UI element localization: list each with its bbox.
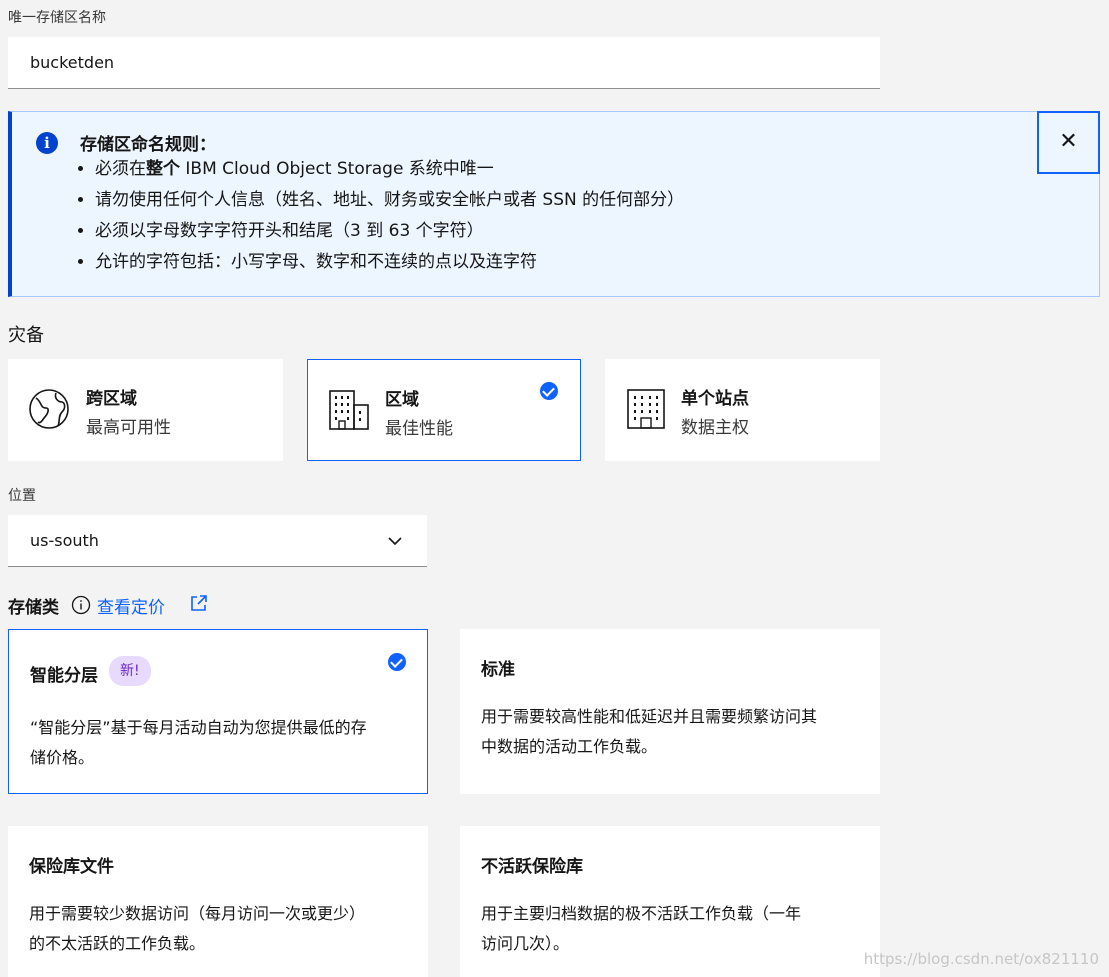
bucket-name-input[interactable]: bucketden (8, 37, 880, 89)
info-icon: i (36, 132, 58, 154)
storage-tile-cold-vault[interactable]: 不活跃保险库 用于主要归档数据的极不活跃工作负载（一年访问几次）。 (460, 826, 880, 977)
checkmark-icon (540, 382, 558, 400)
tile-subtitle: 最佳性能 (385, 419, 453, 439)
storage-tile-standard[interactable]: 标准 用于需要较高性能和低延迟并且需要频繁访问其中数据的活动工作负载。 (460, 629, 880, 794)
rule-item: 请勿使用任何个人信息（姓名、地址、财务或安全帐户或者 SSN 的任何部分） (95, 185, 684, 216)
tile-subtitle: 数据主权 (681, 418, 749, 438)
view-pricing-link[interactable]: 查看定价 (97, 593, 165, 618)
tile-title: 保险库文件 (29, 857, 114, 877)
building-icon (329, 390, 369, 430)
rule-item: 允许的字符包括：小写字母、数字和不连续的点以及连字符 (95, 247, 684, 278)
storage-class-label: 存储类 (8, 598, 59, 618)
tile-title: 智能分层 (30, 666, 98, 686)
new-badge: 新! (109, 656, 151, 686)
rules-list: 必须在整个 IBM Cloud Object Storage 系统中唯一 请勿使… (72, 154, 684, 278)
naming-rules-notice: i 存储区命名规则： 必须在整个 IBM Cloud Object Storag… (8, 111, 1100, 297)
notice-title: 存储区命名规则： (80, 135, 216, 155)
resiliency-tile-regional[interactable]: 区域 最佳性能 (307, 359, 581, 461)
tile-title: 标准 (481, 660, 515, 680)
globe-icon (29, 389, 69, 429)
resiliency-tile-cross-region[interactable]: 跨区域 最高可用性 (8, 359, 283, 461)
tile-description: 用于需要较少数据访问（每月访问一次或更少）的不太活跃的工作负载。 (29, 904, 366, 953)
tile-description: 用于主要归档数据的极不活跃工作负载（一年访问几次）。 (481, 904, 802, 953)
storage-tile-vault[interactable]: 保险库文件 用于需要较少数据访问（每月访问一次或更少）的不太活跃的工作负载。 (8, 826, 428, 977)
location-label: 位置 (8, 488, 36, 504)
rule-item: 必须在整个 IBM Cloud Object Storage 系统中唯一 (95, 154, 684, 185)
resiliency-label: 灾备 (8, 325, 44, 346)
tile-title: 跨区域 (86, 389, 137, 409)
bucket-name-label: 唯一存储区名称 (8, 10, 106, 26)
launch-icon[interactable] (189, 594, 208, 613)
location-select[interactable]: us-south (8, 515, 427, 567)
close-icon: ✕ (1059, 129, 1078, 154)
resiliency-tile-single-site[interactable]: 单个站点 数据主权 (605, 359, 880, 461)
rule-item: 必须以字母数字字符开头和结尾（3 到 63 个字符） (95, 216, 684, 247)
tile-subtitle: 最高可用性 (86, 418, 171, 438)
location-value: us-south (30, 531, 99, 550)
information-icon[interactable] (71, 595, 91, 615)
watermark: https://blog.csdn.net/ox821110 (863, 950, 1099, 968)
tile-description: “智能分层”基于每月活动自动为您提供最低的存储价格。 (30, 718, 367, 767)
tile-description: 用于需要较高性能和低延迟并且需要频繁访问其中数据的活动工作负载。 (481, 707, 818, 756)
storage-tile-smart-tier[interactable]: 智能分层 新! “智能分层”基于每月活动自动为您提供最低的存储价格。 (8, 629, 428, 794)
tile-title: 不活跃保险库 (481, 857, 583, 877)
chevron-down-icon (388, 537, 402, 546)
tile-title: 区域 (385, 390, 419, 410)
checkmark-icon (388, 653, 406, 671)
close-notice-button[interactable]: ✕ (1037, 111, 1100, 174)
tile-title: 单个站点 (681, 389, 749, 409)
building-icon (627, 389, 665, 429)
